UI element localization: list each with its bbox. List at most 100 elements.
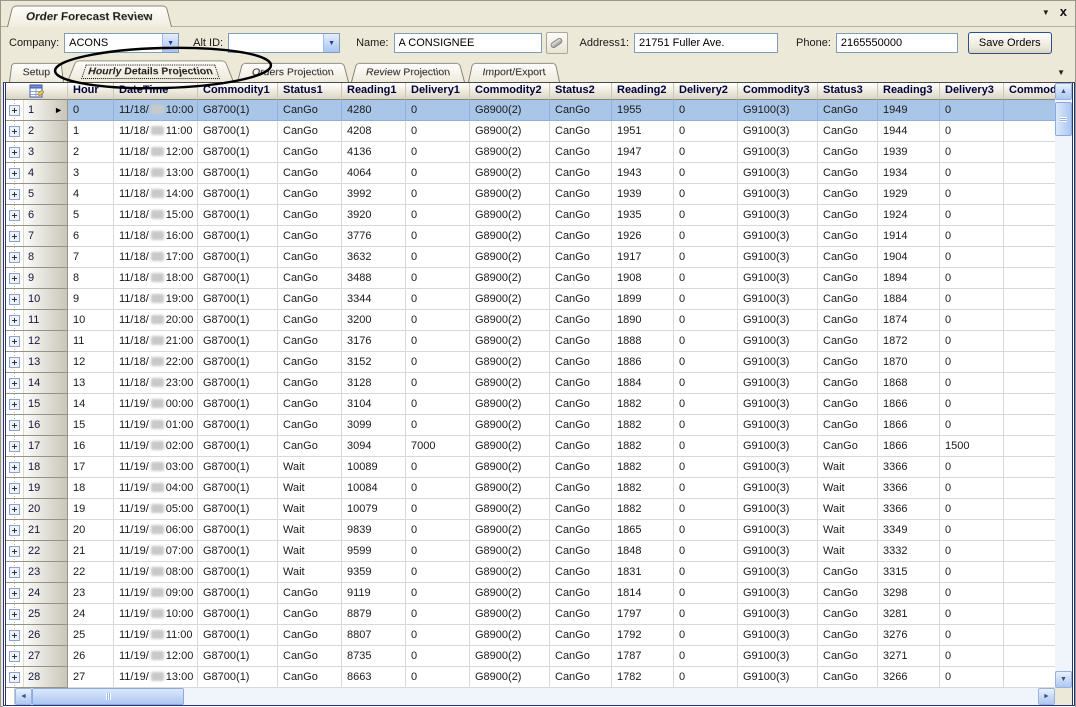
cell-datetime[interactable]: 11/19/13:00: [114, 667, 198, 688]
row-number[interactable]: 3: [23, 142, 67, 162]
cell-status3[interactable]: CanGo: [818, 583, 878, 604]
cell-reading1[interactable]: 8663: [342, 667, 406, 688]
cell-commodity4[interactable]: [1004, 289, 1055, 310]
grid-corner-cell[interactable]: [6, 83, 68, 100]
tab-review-projection[interactable]: Review Projection: [351, 63, 465, 82]
table-row[interactable]: 3211/18/12:00G8700(1)CanGo41360G8900(2)C…: [6, 142, 1055, 163]
cell-status2[interactable]: CanGo: [550, 142, 612, 163]
cell-commodity1[interactable]: G8700(1): [198, 415, 278, 436]
close-icon[interactable]: x: [1060, 6, 1067, 18]
cell-status1[interactable]: CanGo: [278, 625, 342, 646]
cell-reading2[interactable]: 1848: [612, 541, 674, 562]
cell-commodity2[interactable]: G8900(2): [470, 163, 550, 184]
cell-reading2[interactable]: 1882: [612, 415, 674, 436]
cell-delivery2[interactable]: 0: [674, 100, 738, 121]
address1-field[interactable]: [634, 33, 778, 53]
cell-delivery1[interactable]: 0: [406, 184, 470, 205]
cell-status3[interactable]: Wait: [818, 541, 878, 562]
cell-reading2[interactable]: 1882: [612, 457, 674, 478]
cell-status2[interactable]: CanGo: [550, 331, 612, 352]
row-number[interactable]: 12: [23, 331, 67, 351]
cell-delivery3[interactable]: 0: [940, 541, 1004, 562]
row-header[interactable]: 21: [6, 520, 68, 541]
cell-reading1[interactable]: 3200: [342, 310, 406, 331]
cell-status3[interactable]: CanGo: [818, 373, 878, 394]
row-number[interactable]: 14: [23, 373, 67, 393]
cell-status2[interactable]: CanGo: [550, 310, 612, 331]
cell-commodity1[interactable]: G8700(1): [198, 394, 278, 415]
cell-status1[interactable]: CanGo: [278, 226, 342, 247]
cell-datetime[interactable]: 11/18/16:00: [114, 226, 198, 247]
cell-commodity3[interactable]: G9100(3): [738, 436, 818, 457]
cell-delivery3[interactable]: 0: [940, 226, 1004, 247]
cell-status1[interactable]: CanGo: [278, 247, 342, 268]
cell-status2[interactable]: CanGo: [550, 478, 612, 499]
cell-status2[interactable]: CanGo: [550, 226, 612, 247]
cell-reading2[interactable]: 1939: [612, 184, 674, 205]
cell-hour[interactable]: 12: [68, 352, 114, 373]
row-header[interactable]: 27: [6, 646, 68, 667]
cell-status2[interactable]: CanGo: [550, 520, 612, 541]
cell-commodity4[interactable]: [1004, 163, 1055, 184]
scroll-up-icon[interactable]: ▲: [1055, 83, 1072, 100]
row-number[interactable]: 24: [23, 583, 67, 603]
cell-status1[interactable]: Wait: [278, 478, 342, 499]
row-header[interactable]: 1►: [6, 100, 68, 121]
cell-delivery3[interactable]: 0: [940, 562, 1004, 583]
row-header[interactable]: 4: [6, 163, 68, 184]
cell-datetime[interactable]: 11/19/09:00: [114, 583, 198, 604]
row-number[interactable]: 17: [23, 436, 67, 456]
cell-commodity1[interactable]: G8700(1): [198, 121, 278, 142]
cell-reading3[interactable]: 1904: [878, 247, 940, 268]
cell-reading1[interactable]: 3176: [342, 331, 406, 352]
expand-icon[interactable]: [9, 630, 20, 641]
cell-datetime[interactable]: 11/19/03:00: [114, 457, 198, 478]
cell-reading1[interactable]: 3776: [342, 226, 406, 247]
cell-reading2[interactable]: 1926: [612, 226, 674, 247]
cell-status1[interactable]: CanGo: [278, 352, 342, 373]
row-number[interactable]: 21: [23, 520, 67, 540]
row-header[interactable]: 8: [6, 247, 68, 268]
cell-reading2[interactable]: 1882: [612, 394, 674, 415]
cell-delivery1[interactable]: 0: [406, 583, 470, 604]
cell-commodity1[interactable]: G8700(1): [198, 310, 278, 331]
cell-reading2[interactable]: 1955: [612, 100, 674, 121]
cell-hour[interactable]: 6: [68, 226, 114, 247]
cell-commodity1[interactable]: G8700(1): [198, 457, 278, 478]
cell-status1[interactable]: CanGo: [278, 646, 342, 667]
cell-commodity2[interactable]: G8900(2): [470, 121, 550, 142]
cell-commodity2[interactable]: G8900(2): [470, 310, 550, 331]
cell-commodity2[interactable]: G8900(2): [470, 289, 550, 310]
cell-status2[interactable]: CanGo: [550, 646, 612, 667]
cell-delivery2[interactable]: 0: [674, 625, 738, 646]
cell-reading3[interactable]: 3298: [878, 583, 940, 604]
cell-reading1[interactable]: 3128: [342, 373, 406, 394]
row-number[interactable]: 2: [23, 121, 67, 141]
cell-datetime[interactable]: 11/19/05:00: [114, 499, 198, 520]
cell-reading2[interactable]: 1814: [612, 583, 674, 604]
cell-status1[interactable]: CanGo: [278, 394, 342, 415]
column-header-datetime[interactable]: DateTime: [114, 83, 198, 100]
cell-status2[interactable]: CanGo: [550, 457, 612, 478]
cell-commodity2[interactable]: G8900(2): [470, 520, 550, 541]
cell-commodity1[interactable]: G8700(1): [198, 163, 278, 184]
cell-delivery1[interactable]: 0: [406, 205, 470, 226]
cell-reading1[interactable]: 3992: [342, 184, 406, 205]
cell-status3[interactable]: CanGo: [818, 184, 878, 205]
cell-delivery2[interactable]: 0: [674, 184, 738, 205]
cell-commodity3[interactable]: G9100(3): [738, 625, 818, 646]
cell-commodity1[interactable]: G8700(1): [198, 646, 278, 667]
row-number[interactable]: 6: [23, 205, 67, 225]
cell-status3[interactable]: Wait: [818, 520, 878, 541]
cell-delivery3[interactable]: 0: [940, 373, 1004, 394]
cell-delivery1[interactable]: 0: [406, 520, 470, 541]
cell-reading1[interactable]: 9359: [342, 562, 406, 583]
cell-status2[interactable]: CanGo: [550, 583, 612, 604]
row-number[interactable]: 19: [23, 478, 67, 498]
cell-status1[interactable]: CanGo: [278, 415, 342, 436]
cell-reading3[interactable]: 1866: [878, 415, 940, 436]
company-combo[interactable]: ▼: [64, 33, 179, 53]
cell-delivery3[interactable]: 0: [940, 667, 1004, 688]
cell-commodity2[interactable]: G8900(2): [470, 583, 550, 604]
cell-reading1[interactable]: 3094: [342, 436, 406, 457]
